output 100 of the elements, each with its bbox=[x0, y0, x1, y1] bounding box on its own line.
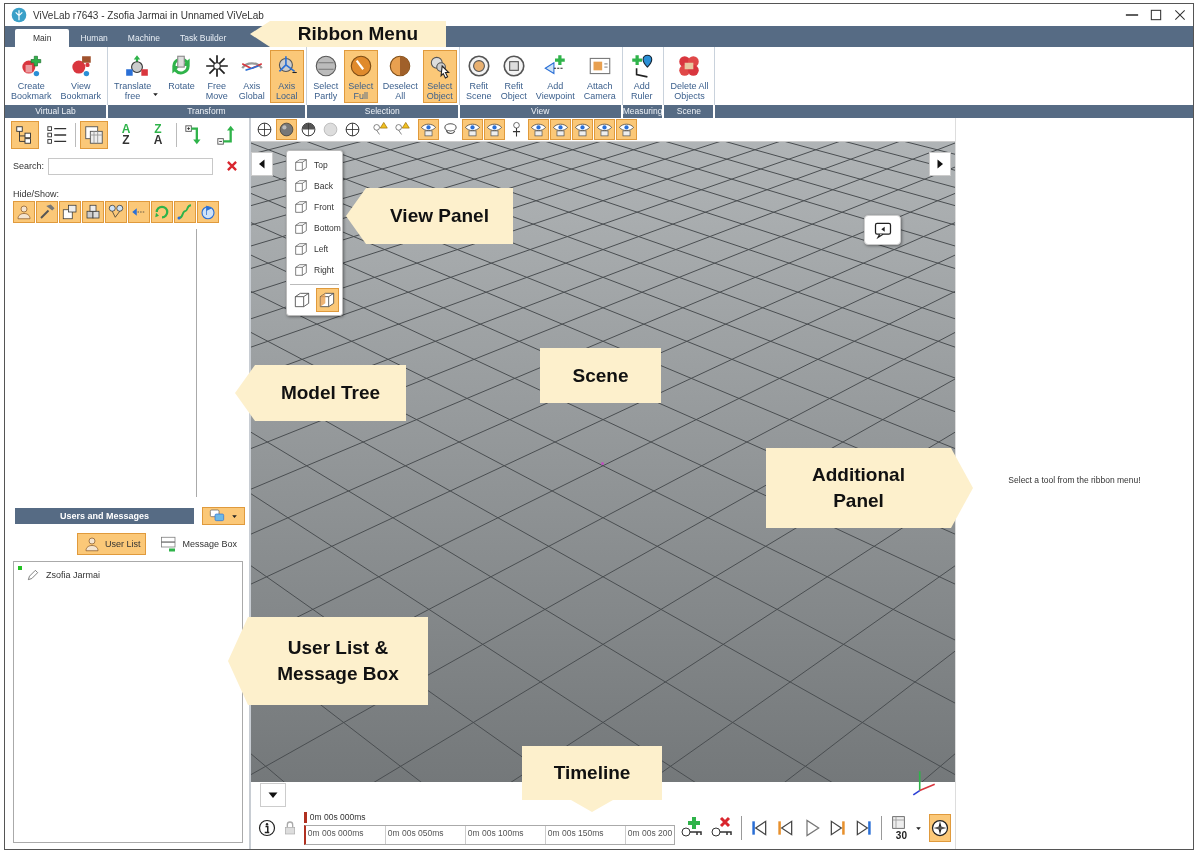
ribbon-button[interactable]: Delete All Objects bbox=[666, 50, 713, 103]
callout-label: Model Tree bbox=[235, 365, 406, 421]
visibility-toggle[interactable] bbox=[151, 201, 173, 223]
ribbon-button[interactable]: Refit Scene bbox=[461, 50, 496, 103]
ribbon-tab[interactable]: Task Builder bbox=[171, 29, 236, 47]
path-icon bbox=[176, 203, 194, 221]
view-mode-button[interactable] bbox=[298, 119, 319, 140]
ribbon-button[interactable]: Rotate bbox=[164, 50, 199, 103]
view-item[interactable]: Top bbox=[290, 154, 339, 175]
hide-show-label: Hide/Show: bbox=[13, 189, 60, 199]
view-item[interactable]: Right bbox=[290, 259, 339, 280]
view-item[interactable]: Bottom bbox=[290, 217, 339, 238]
view-item[interactable]: Front bbox=[290, 196, 339, 217]
ribbon-group-label: Scene bbox=[664, 105, 716, 118]
list-icon bbox=[46, 124, 68, 146]
view-item[interactable]: Left bbox=[290, 238, 339, 259]
ribbon-button[interactable]: Select Full bbox=[343, 50, 378, 103]
starburst-icon bbox=[203, 53, 230, 79]
ribbon-tab[interactable]: Machine bbox=[118, 29, 169, 47]
eye-icon bbox=[596, 121, 613, 138]
windows-icon bbox=[61, 203, 79, 221]
ribbon-button[interactable]: Add Ruler bbox=[624, 50, 659, 103]
calendar-icon bbox=[83, 124, 105, 146]
callout-label: View Panel bbox=[346, 188, 513, 244]
ribbon-button[interactable]: Create Bookmark bbox=[7, 50, 56, 103]
speech-bubble-icon bbox=[872, 220, 893, 240]
projection-button[interactable] bbox=[315, 288, 339, 312]
visibility-toggle[interactable] bbox=[36, 201, 58, 223]
search-label: Search: bbox=[13, 161, 45, 171]
chat-menu-button[interactable] bbox=[202, 507, 245, 525]
view-mode-button[interactable] bbox=[254, 119, 275, 140]
visibility-toggle[interactable] bbox=[197, 201, 219, 223]
visibility-toggle[interactable] bbox=[13, 201, 35, 223]
cube-icon bbox=[293, 261, 309, 278]
compass-button[interactable] bbox=[928, 814, 952, 842]
panel-tab[interactable]: User List bbox=[76, 533, 147, 555]
move-arrows-icon bbox=[123, 53, 150, 79]
ribbon-button[interactable]: Add Viewpoint bbox=[531, 50, 579, 103]
visibility-toggle[interactable] bbox=[105, 201, 127, 223]
ribbon-tab[interactable]: Main bbox=[15, 29, 70, 47]
cube-icon bbox=[293, 156, 309, 173]
ribbon-button[interactable]: View Bookmark bbox=[56, 50, 106, 103]
origin-dot bbox=[601, 462, 604, 465]
collapse-down-button[interactable] bbox=[260, 783, 286, 807]
time-tick-label: 0m 00s 050ms bbox=[385, 825, 466, 844]
comment-button[interactable] bbox=[864, 215, 901, 245]
clear-icon bbox=[225, 159, 239, 173]
collapse-left-button[interactable] bbox=[251, 152, 273, 176]
ribbon-button[interactable]: Select Partly bbox=[308, 50, 343, 103]
ribbon-button[interactable]: Select Object bbox=[422, 50, 457, 103]
search-field[interactable] bbox=[48, 157, 213, 175]
info-icon bbox=[258, 819, 276, 837]
window-title: ViVeLab r7643 - Zsofia Jarmai in Unnamed ViVeLab bbox=[33, 9, 264, 21]
target-icon bbox=[500, 53, 527, 79]
caret-icon bbox=[914, 824, 922, 832]
visibility-toggle[interactable] bbox=[82, 201, 104, 223]
panel-tab[interactable]: Message Box bbox=[154, 533, 243, 555]
callout-label: Ribbon Menu bbox=[250, 21, 446, 47]
flag-icon bbox=[199, 203, 217, 221]
sort-button[interactable]: Z A bbox=[144, 121, 172, 149]
eye-icon bbox=[530, 121, 547, 138]
chat-bubbles-icon bbox=[209, 508, 226, 524]
ribbon-button[interactable]: Deselect All bbox=[378, 50, 422, 103]
ribbon-button[interactable]: Axis Local bbox=[269, 50, 304, 103]
person-icon bbox=[15, 203, 33, 221]
ribbon-button[interactable]: Refit Object bbox=[496, 50, 531, 103]
visibility-toggle[interactable] bbox=[174, 201, 196, 223]
hint-text: Select a tool from the ribbon menu! bbox=[1008, 474, 1141, 485]
target-icon bbox=[465, 53, 492, 79]
view-item[interactable]: Back bbox=[290, 175, 339, 196]
time-tick-label: 0m 00s 150ms bbox=[545, 825, 626, 844]
collapse-right-button[interactable] bbox=[929, 152, 951, 176]
rotate-icon bbox=[153, 203, 171, 221]
ribbon-button[interactable]: Translate free bbox=[110, 50, 164, 103]
eye-icon bbox=[486, 121, 503, 138]
key-add-icon bbox=[680, 816, 705, 840]
eye-icon bbox=[464, 121, 481, 138]
visibility-toggle[interactable] bbox=[59, 201, 81, 223]
visibility-toggle[interactable] bbox=[128, 201, 150, 223]
person-icon bbox=[82, 535, 101, 553]
ribbon-group-label: Measuring bbox=[622, 105, 665, 118]
toolbar-button[interactable] bbox=[11, 121, 39, 149]
ribbon-button[interactable]: Axis Global bbox=[234, 50, 269, 103]
ribbon-button[interactable]: Free Move bbox=[199, 50, 234, 103]
timeline-track[interactable]: 0m 00s 000ms 0m 00s 050ms 0m 00s 100ms 0m 00s 150ms 0m 00s 200 bbox=[303, 824, 676, 845]
ribbon-group-label: Selection bbox=[306, 105, 460, 118]
view-mode-button[interactable] bbox=[342, 119, 363, 140]
ribbon-tab[interactable]: Human bbox=[71, 29, 117, 47]
ribbon-group-label: Transform bbox=[108, 105, 307, 118]
sort-button[interactable]: A Z bbox=[112, 121, 140, 149]
info-button[interactable] bbox=[257, 817, 277, 839]
app-logo-icon bbox=[11, 7, 27, 23]
sphere-icon bbox=[300, 121, 317, 138]
ribbon-group-label: View bbox=[459, 105, 623, 118]
user-name[interactable]: Zsofia Jarmai bbox=[46, 570, 100, 580]
frame-rate-button[interactable]: 30 bbox=[887, 814, 925, 842]
eye-icon bbox=[618, 121, 635, 138]
callout-label: Scene bbox=[540, 348, 661, 403]
ribbon-button[interactable]: Attach Camera bbox=[579, 50, 620, 103]
sphere-icon bbox=[322, 121, 339, 138]
